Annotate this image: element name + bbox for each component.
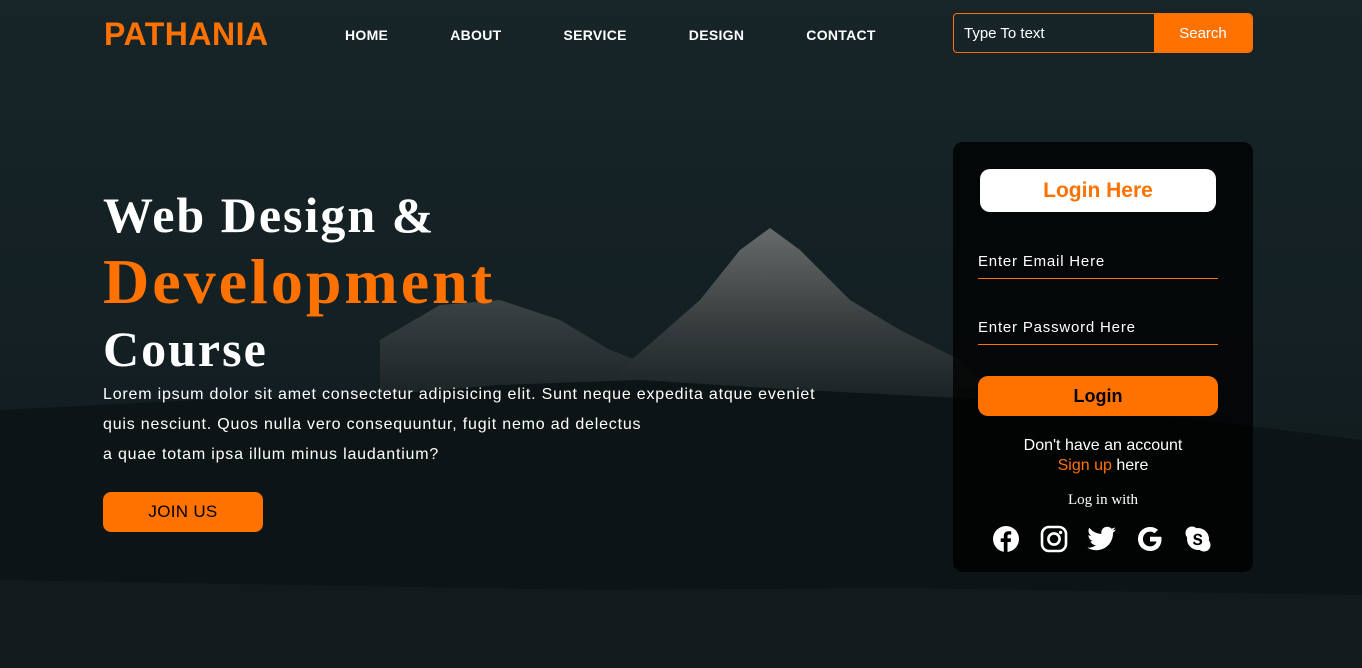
nav-home[interactable]: HOME xyxy=(345,27,388,43)
search-bar: Search xyxy=(953,13,1253,53)
password-field[interactable] xyxy=(978,311,1218,345)
hero-title-highlight: Development xyxy=(103,246,496,317)
instagram-icon[interactable] xyxy=(1039,524,1069,554)
brand-logo[interactable]: PATHANIA xyxy=(104,16,269,53)
search-button[interactable]: Search xyxy=(1154,14,1252,52)
hero-title-line1: Web Design & xyxy=(103,187,436,243)
join-us-button[interactable]: JOIN US xyxy=(103,492,263,532)
email-field[interactable] xyxy=(978,245,1218,279)
main-nav: HOME ABOUT SERVICE DESIGN CONTACT xyxy=(345,27,938,43)
hero-title-line3: Course xyxy=(103,321,268,377)
nav-service[interactable]: SERVICE xyxy=(563,27,626,43)
social-login-icons xyxy=(991,524,1231,554)
hero-description-line: quis nesciunt. Quos nulla vero consequun… xyxy=(103,416,642,433)
login-with-label: Log in with xyxy=(1068,492,1138,508)
hero-description: Lorem ipsum dolor sit amet consectetur a… xyxy=(103,380,863,470)
skype-icon[interactable] xyxy=(1183,524,1213,554)
login-card: Login Here Login Don't have an account S… xyxy=(953,142,1253,572)
nav-contact[interactable]: CONTACT xyxy=(806,27,876,43)
nav-about[interactable]: ABOUT xyxy=(450,27,501,43)
signup-prompt: Don't have an account Sign up here xyxy=(953,436,1253,476)
login-title: Login Here xyxy=(980,169,1216,212)
nav-design[interactable]: DESIGN xyxy=(689,27,744,43)
signup-suffix: here xyxy=(1116,457,1149,474)
login-button[interactable]: Login xyxy=(978,376,1218,416)
search-input[interactable] xyxy=(954,14,1154,52)
hero-description-line: Lorem ipsum dolor sit amet consectetur a… xyxy=(103,386,816,403)
twitter-icon[interactable] xyxy=(1087,524,1117,554)
signup-link[interactable]: Sign up xyxy=(1058,457,1112,474)
hero-description-line: a quae totam ipsa illum minus laudantium… xyxy=(103,446,440,463)
facebook-icon[interactable] xyxy=(991,524,1021,554)
no-account-text: Don't have an account xyxy=(1023,437,1183,454)
google-icon[interactable] xyxy=(1135,524,1165,554)
